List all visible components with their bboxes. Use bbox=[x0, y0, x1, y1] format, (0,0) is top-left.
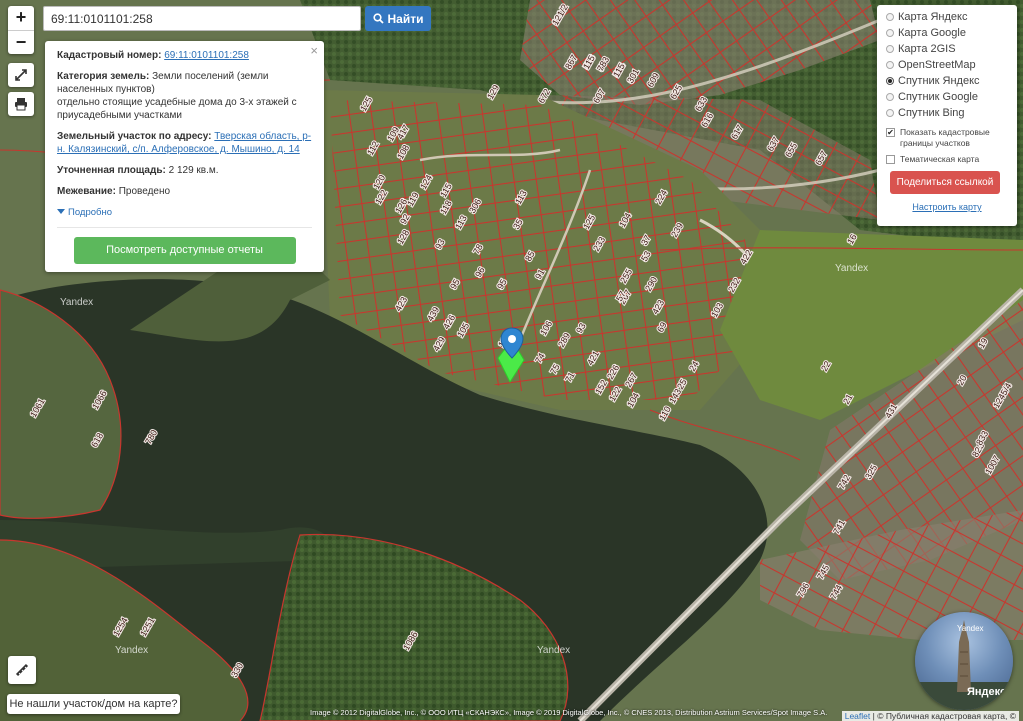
radio-icon bbox=[886, 93, 894, 101]
more-details-label: Подробно bbox=[68, 206, 112, 218]
address-label: Земельный участок по адресу: bbox=[57, 131, 212, 142]
credit-text: | © Публичная кадастровая карта, © bbox=[872, 711, 1016, 721]
area-value: 2 129 кв.м. bbox=[168, 165, 219, 176]
layer-option-label: Спутник Bing bbox=[898, 107, 965, 119]
survey-value: Проведено bbox=[118, 186, 171, 197]
search-icon bbox=[372, 13, 384, 24]
layer-option[interactable]: Карта 2GIS bbox=[886, 41, 1017, 57]
measure-button[interactable] bbox=[8, 656, 36, 684]
cadastral-number-row: Кадастровый номер: 69:11:0101101:258 bbox=[57, 49, 312, 62]
land-category-label: Категория земель: bbox=[57, 71, 150, 82]
layer-option-label: Карта Яндекс bbox=[898, 11, 968, 23]
layer-option[interactable]: OpenStreetMap bbox=[886, 57, 1017, 73]
ruler-icon bbox=[15, 663, 29, 677]
checkbox-checked-icon: ✔ bbox=[886, 128, 895, 137]
area-row: Уточненная площадь: 2 129 кв.м. bbox=[57, 164, 312, 177]
close-icon[interactable]: × bbox=[310, 44, 318, 57]
configure-map-link[interactable]: Настроить карту bbox=[886, 202, 1008, 212]
zoom-control: + − bbox=[8, 6, 34, 54]
imagery-attribution: Image © 2012 DigitalGlobe, Inc., © ООО И… bbox=[310, 708, 828, 717]
map-marker-icon[interactable] bbox=[500, 327, 524, 359]
not-found-button[interactable]: Не нашли участок/дом на карте? bbox=[7, 694, 180, 714]
land-category-row: Категория земель: Земли поселений (земли… bbox=[57, 70, 312, 122]
yandex-watermark: Yandex bbox=[115, 645, 149, 656]
leaflet-link[interactable]: Leaflet bbox=[845, 711, 871, 721]
fullscreen-icon bbox=[15, 69, 27, 81]
radio-icon bbox=[886, 109, 894, 117]
radio-icon bbox=[886, 13, 894, 21]
divider bbox=[57, 227, 312, 228]
layer-option[interactable]: Спутник Google bbox=[886, 89, 1017, 105]
fullscreen-button[interactable] bbox=[8, 63, 34, 87]
map-credit: Leaflet | © Публичная кадастровая карта,… bbox=[841, 711, 1019, 721]
show-borders-checkbox[interactable]: ✔ Показать кадастровые границы участков bbox=[886, 127, 1017, 149]
layer-option[interactable]: Карта Яндекс bbox=[886, 9, 1017, 25]
layer-option-label: Карта Google bbox=[898, 27, 966, 39]
radio-icon bbox=[886, 29, 894, 37]
search-input[interactable] bbox=[43, 6, 361, 31]
cadastral-number-label: Кадастровый номер: bbox=[57, 50, 162, 61]
thematic-map-checkbox[interactable]: Тематическая карта bbox=[886, 154, 1017, 165]
zoom-in-button[interactable]: + bbox=[8, 6, 34, 30]
caret-down-icon bbox=[57, 209, 65, 214]
yandex-widget-label: Яндекс bbox=[967, 686, 1007, 698]
share-link-button[interactable]: Поделиться ссылкой bbox=[890, 171, 1000, 194]
layer-option[interactable]: Карта Google bbox=[886, 25, 1017, 41]
yandex-watermark: Yandex bbox=[537, 645, 571, 656]
layer-option-label: OpenStreetMap bbox=[898, 59, 976, 71]
print-button[interactable] bbox=[8, 92, 34, 116]
layer-option[interactable]: Спутник Яндекс bbox=[886, 73, 1017, 89]
layer-option-label: Карта 2GIS bbox=[898, 43, 956, 55]
radio-icon bbox=[886, 45, 894, 53]
area-label: Уточненная площадь: bbox=[57, 165, 166, 176]
search-button-label: Найти bbox=[387, 11, 424, 26]
layer-option-label: Спутник Яндекс bbox=[898, 75, 980, 87]
layer-option-label: Спутник Google bbox=[898, 91, 978, 103]
layer-option[interactable]: Спутник Bing bbox=[886, 105, 1017, 121]
plot-info-card: × Кадастровый номер: 69:11:0101101:258 К… bbox=[45, 41, 324, 272]
yandex-watermark: Yandex bbox=[60, 297, 94, 308]
show-borders-label: Показать кадастровые границы участков bbox=[900, 127, 990, 148]
survey-label: Межевание: bbox=[57, 186, 116, 197]
layer-options: Карта Яндекс Карта Google Карта 2GIS OpenSt… bbox=[886, 9, 1017, 121]
land-usage-value: отдельно стоящие усадебные дома до 3-х э… bbox=[57, 97, 297, 121]
radio-icon bbox=[886, 61, 894, 69]
yandex-watermark: Yandex bbox=[835, 263, 869, 274]
checkbox-unchecked-icon bbox=[886, 155, 895, 164]
address-row: Земельный участок по адресу: Тверская об… bbox=[57, 130, 312, 156]
printer-icon bbox=[15, 98, 27, 111]
survey-row: Межевание: Проведено bbox=[57, 185, 312, 198]
yandex-panorama-widget[interactable]: Yandex Яндекс bbox=[915, 612, 1013, 710]
view-reports-button[interactable]: Посмотреть доступные отчеты bbox=[73, 237, 296, 264]
radio-selected-icon bbox=[886, 77, 894, 85]
zoom-out-button[interactable]: − bbox=[8, 30, 34, 54]
cadastral-number-link[interactable]: 69:11:0101101:258 bbox=[164, 50, 249, 61]
yandex-widget-watermark: Yandex bbox=[957, 624, 984, 633]
map-layers-panel: Карта Яндекс Карта Google Карта 2GIS OpenSt… bbox=[877, 5, 1017, 226]
more-details-link[interactable]: Подробно bbox=[57, 206, 112, 219]
thematic-map-label: Тематическая карта bbox=[900, 154, 980, 164]
search-button[interactable]: Найти bbox=[365, 6, 431, 31]
